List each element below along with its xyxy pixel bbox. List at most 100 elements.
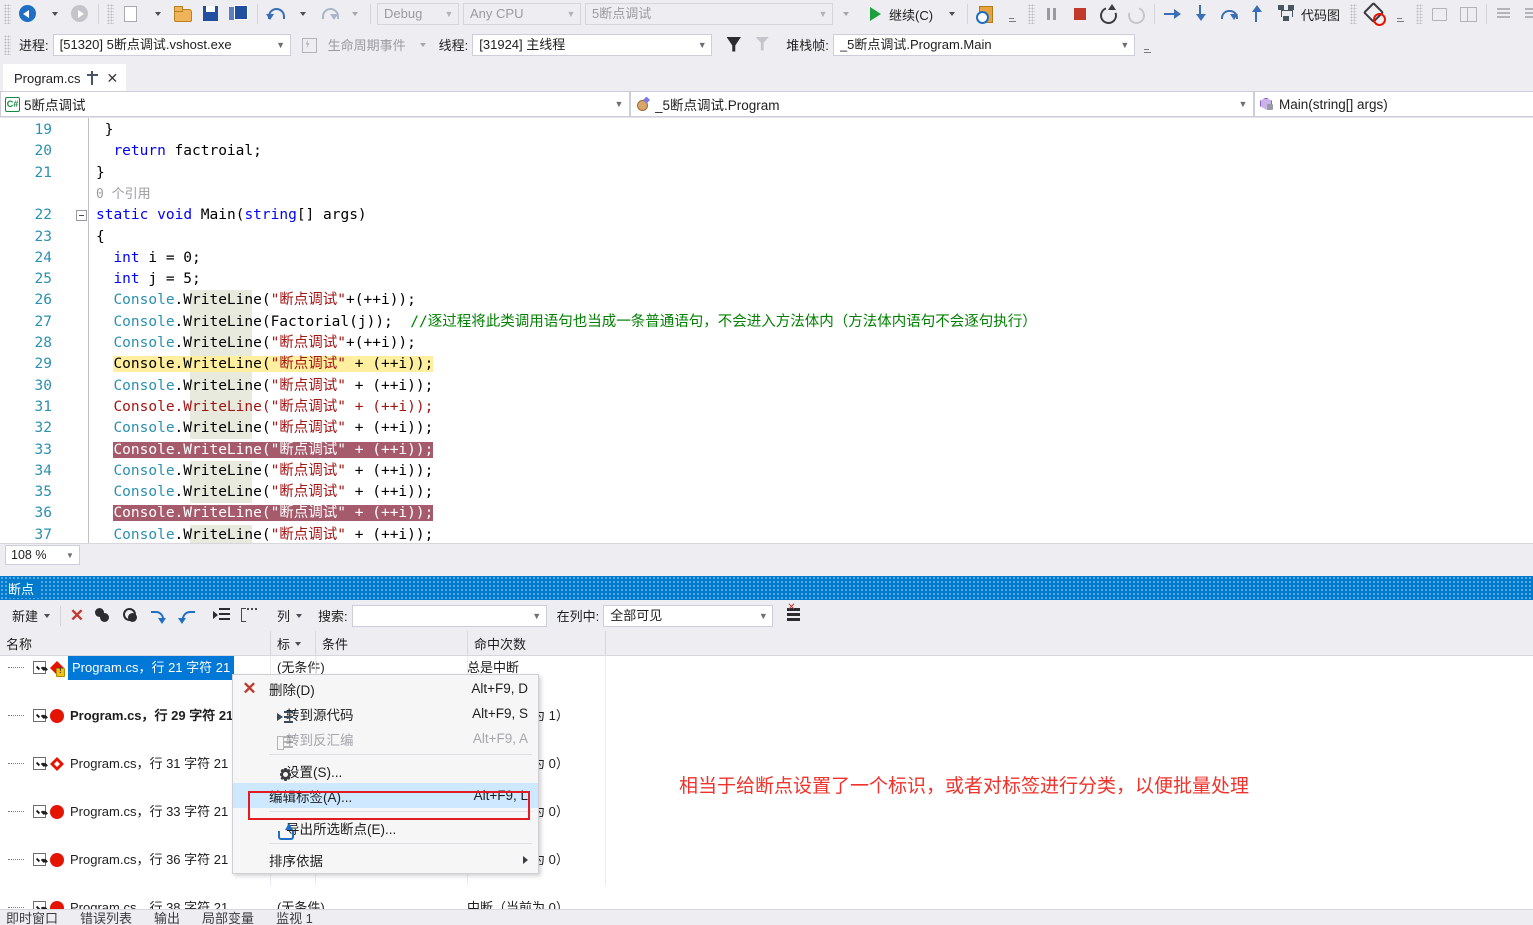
breakpoint-row[interactable]: Program.cs，行 21 字符 21(无条件)总是中断: [0, 656, 1533, 680]
navbar-type-select[interactable]: _5断点调试.Program ▼: [630, 91, 1254, 117]
code-line[interactable]: 26 Console.WriteLine("断点调试"+(++i));: [0, 290, 1533, 312]
navbar-member-select[interactable]: Main(string[] args): [1254, 91, 1533, 117]
code-line[interactable]: 28 Console.WriteLine("断点调试"+(++i));: [0, 333, 1533, 355]
toolbar-grip[interactable]: [1416, 4, 1424, 24]
document-tab-program-cs[interactable]: Program.cs ✕: [3, 64, 127, 91]
breakpoint-icon[interactable]: [50, 805, 64, 819]
code-line[interactable]: 35 Console.WriteLine("断点调试" + (++i));: [0, 482, 1533, 504]
step-out-button[interactable]: [1243, 2, 1271, 26]
process-select[interactable]: [51320] 5断点调试.vshost.exe ▼: [52, 33, 291, 56]
step-into-button[interactable]: [1187, 2, 1215, 26]
import-breakpoints-button[interactable]: [145, 604, 173, 628]
column-header-condition[interactable]: 条件: [315, 631, 467, 656]
tool-window-tab-2[interactable]: 错误列表: [80, 910, 132, 925]
continue-button[interactable]: 继续(C): [859, 2, 939, 26]
breakpoint-name[interactable]: Program.cs，行 29 字符 21: [70, 704, 233, 728]
breakpoint-name[interactable]: Program.cs，行 33 字符 21: [70, 800, 228, 824]
new-breakpoint-button[interactable]: 新建: [6, 604, 56, 628]
delete-all-breakpoints-button[interactable]: [89, 604, 117, 628]
breakpoint-name[interactable]: Program.cs，行 21 字符 21: [68, 656, 235, 680]
menu-item-7[interactable]: 排序依据: [233, 847, 538, 872]
startup-project-extra-dropdown[interactable]: [833, 2, 857, 26]
codelens-row[interactable]: 0 个引用: [0, 183, 1533, 206]
disable-breakpoints-button[interactable]: [1360, 2, 1388, 26]
code-line[interactable]: 32 Console.WriteLine("断点调试" + (++i));: [0, 418, 1533, 440]
breakpoint-enabled-checkbox[interactable]: [33, 757, 46, 770]
code-line[interactable]: 34 Console.WriteLine("断点调试" + (++i));: [0, 460, 1533, 483]
toolbar-grip[interactable]: [4, 34, 11, 55]
undo-button[interactable]: [262, 2, 290, 26]
solution-configuration-select[interactable]: Debug ▼: [377, 3, 459, 25]
code-line[interactable]: 25 int j = 5;: [0, 269, 1533, 291]
code-map-button[interactable]: 代码图: [1271, 2, 1346, 26]
decrease-indent-button[interactable]: [1491, 2, 1519, 26]
in-columns-select[interactable]: 全部可见 ▼: [603, 604, 774, 627]
breakpoint-icon[interactable]: [50, 709, 64, 723]
code-line[interactable]: 31 Console.WriteLine("断点调试" + (++i));: [0, 396, 1533, 419]
solution-platform-select[interactable]: Any CPU ▼: [463, 3, 581, 25]
toolbar-grip[interactable]: [1350, 4, 1358, 24]
breakpoint-row[interactable]: Program.cs，行 29 字符 21(无条件)中断（当前为 1）: [0, 704, 1533, 728]
attach-process-dropdown[interactable]: [1000, 2, 1024, 26]
tool-window-tab-1[interactable]: 即时窗口: [6, 910, 58, 925]
columns-button[interactable]: 列: [271, 604, 308, 628]
disable-all-breakpoints-button[interactable]: [117, 604, 145, 628]
tool-window-tab-3[interactable]: 输出: [154, 910, 180, 925]
thread-select[interactable]: [31924] 主线程 ▼: [472, 33, 713, 56]
code-line[interactable]: 24 int i = 0;: [0, 247, 1533, 270]
menu-item-4[interactable]: 设置(S)...: [233, 758, 538, 783]
column-header-hitcount[interactable]: 命中次数: [467, 631, 605, 656]
code-line[interactable]: 20 return factroial;: [0, 141, 1533, 163]
collapse-toggle-icon[interactable]: [76, 210, 87, 222]
show-next-statement-button[interactable]: [1159, 2, 1187, 26]
code-line[interactable]: 37 Console.WriteLine("断点调试" + (++i));: [0, 524, 1533, 543]
lifecycle-events-dropdown[interactable]: [410, 33, 434, 57]
increase-indent-button[interactable]: [1519, 2, 1533, 26]
close-icon[interactable]: ✕: [106, 71, 118, 85]
tracepoint-icon[interactable]: [50, 757, 64, 771]
breakpoint-icon[interactable]: [50, 853, 64, 867]
breakpoint-enabled-checkbox[interactable]: [33, 805, 46, 818]
navigate-back-button[interactable]: [14, 2, 42, 26]
code-line[interactable]: 36 Console.WriteLine("断点调试" + (++i));: [0, 503, 1533, 525]
breakpoint-enabled-checkbox[interactable]: [33, 661, 46, 674]
new-item-button[interactable]: [117, 2, 145, 26]
toolbar-grip[interactable]: [4, 4, 11, 24]
undo-dropdown[interactable]: [290, 2, 314, 26]
stop-debugging-button[interactable]: [1066, 2, 1094, 26]
toolbar-grip[interactable]: [1028, 4, 1036, 24]
pin-icon[interactable]: [87, 71, 99, 85]
delete-breakpoint-button[interactable]: ✕: [65, 604, 89, 628]
open-file-button[interactable]: [169, 2, 197, 26]
break-all-button[interactable]: [1038, 2, 1066, 26]
bottom-tool-window-tabs[interactable]: 即时窗口 错误列表 输出 局部变量 监视 1: [0, 909, 1533, 925]
step-over-button[interactable]: [1215, 2, 1243, 26]
stackframe-select[interactable]: _5断点调试.Program.Main ▼: [832, 33, 1135, 56]
tool-window-tab-5[interactable]: 监视 1: [276, 910, 313, 925]
disable-breakpoints-dropdown[interactable]: [1388, 2, 1412, 26]
save-button[interactable]: [197, 2, 225, 26]
navigate-forward-button[interactable]: [66, 2, 94, 26]
code-line[interactable]: 30 Console.WriteLine("断点调试" + (++i));: [0, 375, 1533, 397]
breakpoint-row[interactable]: Program.cs，行 36 字符 21(无条件)中断（当前为 0）: [0, 848, 1533, 872]
breakpoints-search-input[interactable]: ▼: [351, 604, 547, 627]
menu-item-1[interactable]: ✕ 删除(D) Alt+F9, D: [233, 676, 538, 701]
stackframe-overflow[interactable]: [1135, 33, 1159, 57]
toolbar-grip[interactable]: [107, 4, 114, 24]
uncomment-selection-button[interactable]: [1454, 2, 1482, 26]
code-editor[interactable]: 19} 20 return factroial; 21} 0 个引用 22 static v…: [0, 117, 1533, 543]
breakpoints-panel-title[interactable]: 断点: [0, 576, 1533, 600]
column-header-labels[interactable]: 标: [270, 631, 315, 656]
startup-project-select[interactable]: 5断点调试 ▼: [585, 3, 833, 25]
code-line[interactable]: 29 Console.WriteLine("断点调试" + (++i));: [0, 354, 1533, 376]
breakpoint-context-menu[interactable]: ✕ 删除(D) Alt+F9, D 转到源代码 Alt+F9, S 转到反汇编 Alt+F9…: [232, 674, 539, 874]
export-breakpoints-button[interactable]: [173, 604, 201, 628]
code-line[interactable]: 27 Console.WriteLine(Factorial(j)); //逐过程…: [0, 311, 1533, 333]
save-all-button[interactable]: [225, 2, 253, 26]
clear-search-button[interactable]: [781, 602, 809, 628]
code-line[interactable]: 33 Console.WriteLine("断点调试" + (++i));: [0, 439, 1533, 461]
flag-just-my-code-button[interactable]: [720, 33, 748, 57]
column-header-name[interactable]: 名称: [0, 631, 270, 656]
code-line[interactable]: 19}: [0, 120, 1533, 141]
code-line[interactable]: 21}: [0, 162, 1533, 184]
